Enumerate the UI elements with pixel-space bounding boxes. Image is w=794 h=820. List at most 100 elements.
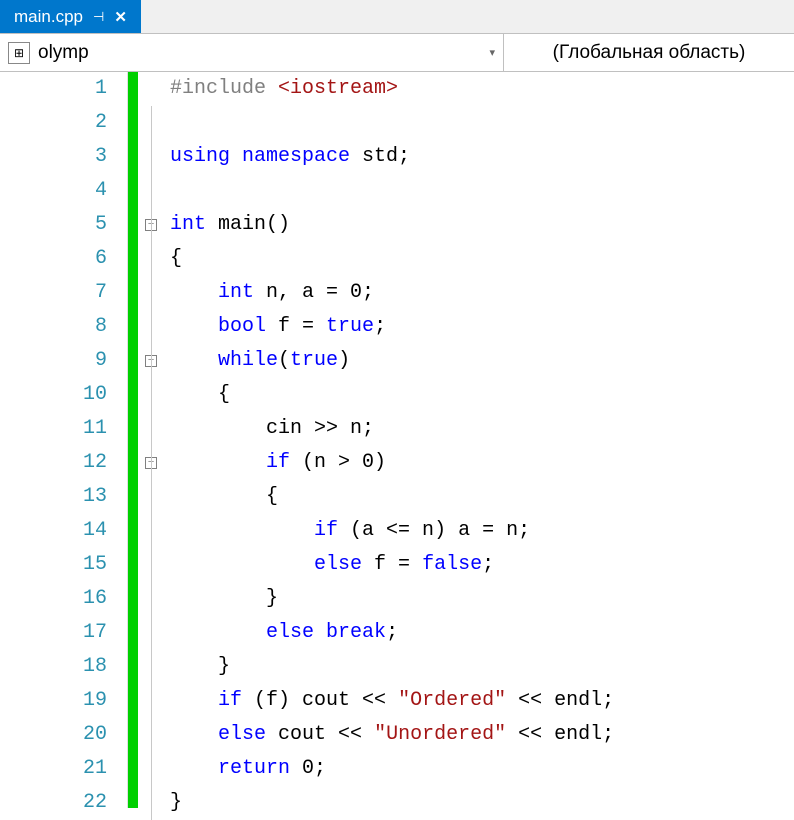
code-token: break — [326, 621, 386, 644]
line-number: 22 — [0, 786, 107, 820]
line-number: 6 — [0, 242, 107, 276]
code-token: } — [170, 791, 182, 814]
code-token: } — [170, 655, 230, 678]
code-line[interactable]: #include <iostream> — [170, 72, 794, 106]
line-number: 21 — [0, 752, 107, 786]
code-token: false — [422, 553, 482, 576]
code-line[interactable] — [170, 174, 794, 208]
fold-cell[interactable]: − — [140, 344, 162, 378]
code-line[interactable]: { — [170, 242, 794, 276]
line-number: 11 — [0, 412, 107, 446]
code-token: true — [326, 315, 374, 338]
fold-cell — [140, 378, 162, 412]
fold-cell — [140, 412, 162, 446]
code-token: (f) cout << — [242, 689, 398, 712]
code-line[interactable]: } — [170, 786, 794, 820]
code-token: << endl; — [506, 689, 614, 712]
code-line[interactable]: else f = false; — [170, 548, 794, 582]
code-token: ( — [278, 349, 290, 372]
fold-cell — [140, 72, 162, 106]
code-token — [170, 689, 218, 712]
file-tab[interactable]: main.cpp ⊣ ✕ — [0, 0, 141, 33]
pin-icon[interactable]: ⊣ — [93, 9, 104, 25]
code-token: ) — [338, 349, 350, 372]
fold-cell — [140, 786, 162, 820]
code-token: while — [218, 349, 278, 372]
fold-cell — [140, 752, 162, 786]
line-number: 16 — [0, 582, 107, 616]
scope-global-label: (Глобальная область) — [553, 42, 746, 64]
code-line[interactable]: else cout << "Unordered" << endl; — [170, 718, 794, 752]
scope-global-dropdown[interactable]: (Глобальная область) — [504, 34, 794, 71]
code-token: if — [266, 451, 290, 474]
code-line[interactable]: { — [170, 378, 794, 412]
code-line[interactable]: bool f = true; — [170, 310, 794, 344]
line-number: 4 — [0, 174, 107, 208]
code-line[interactable]: int main() — [170, 208, 794, 242]
fold-cell — [140, 684, 162, 718]
line-number: 13 — [0, 480, 107, 514]
project-icon: ⊞ — [8, 42, 30, 64]
code-line[interactable]: } — [170, 650, 794, 684]
line-number: 8 — [0, 310, 107, 344]
line-number: 2 — [0, 106, 107, 140]
code-token: int — [218, 281, 254, 304]
code-line[interactable]: int n, a = 0; — [170, 276, 794, 310]
code-token — [170, 723, 218, 746]
fold-cell[interactable]: − — [140, 446, 162, 480]
code-token: ; — [374, 315, 386, 338]
code-token: } — [170, 587, 278, 610]
fold-cell — [140, 276, 162, 310]
code-token: main() — [206, 213, 290, 236]
code-token: else — [218, 723, 266, 746]
close-icon[interactable]: ✕ — [114, 8, 127, 26]
code-token: { — [170, 383, 230, 406]
code-line[interactable] — [170, 106, 794, 140]
code-line[interactable]: if (n > 0) — [170, 446, 794, 480]
line-number: 18 — [0, 650, 107, 684]
code-token — [170, 349, 218, 372]
code-editor[interactable]: 12345678910111213141516171819202122 −−− … — [0, 72, 794, 808]
fold-cell — [140, 650, 162, 684]
scope-project-dropdown[interactable]: ⊞ olymp ▾ — [0, 34, 504, 71]
code-line[interactable]: cin >> n; — [170, 412, 794, 446]
code-token: cin >> n; — [170, 417, 374, 440]
code-line[interactable]: using namespace std; — [170, 140, 794, 174]
code-line[interactable]: else break; — [170, 616, 794, 650]
code-token: "Ordered" — [398, 689, 506, 712]
code-line[interactable]: while(true) — [170, 344, 794, 378]
scope-bar: ⊞ olymp ▾ (Глобальная область) — [0, 34, 794, 72]
line-number: 9 — [0, 344, 107, 378]
code-token: namespace — [242, 145, 350, 168]
fold-cell — [140, 480, 162, 514]
code-token: cout << — [266, 723, 374, 746]
code-token: return — [218, 757, 290, 780]
code-area[interactable]: #include <iostream> using namespace std; i… — [162, 72, 794, 808]
line-number: 10 — [0, 378, 107, 412]
code-token: ; — [386, 621, 398, 644]
code-token: f = — [362, 553, 422, 576]
fold-cell[interactable]: − — [140, 208, 162, 242]
line-number: 5 — [0, 208, 107, 242]
tab-bar: main.cpp ⊣ ✕ — [0, 0, 794, 34]
code-token: "Unordered" — [374, 723, 506, 746]
code-token: else — [266, 621, 314, 644]
code-line[interactable]: if (f) cout << "Ordered" << endl; — [170, 684, 794, 718]
code-token — [170, 519, 314, 542]
line-number: 14 — [0, 514, 107, 548]
code-token: 0; — [290, 757, 326, 780]
code-token: #include — [170, 77, 278, 100]
fold-cell — [140, 718, 162, 752]
code-line[interactable]: { — [170, 480, 794, 514]
line-number: 12 — [0, 446, 107, 480]
code-token: { — [170, 247, 182, 270]
code-token: bool — [218, 315, 266, 338]
line-number: 17 — [0, 616, 107, 650]
code-token: true — [290, 349, 338, 372]
fold-cell — [140, 514, 162, 548]
code-token: int — [170, 213, 206, 236]
code-line[interactable]: } — [170, 582, 794, 616]
code-line[interactable]: return 0; — [170, 752, 794, 786]
code-token: (a <= n) a = n; — [338, 519, 530, 542]
code-line[interactable]: if (a <= n) a = n; — [170, 514, 794, 548]
